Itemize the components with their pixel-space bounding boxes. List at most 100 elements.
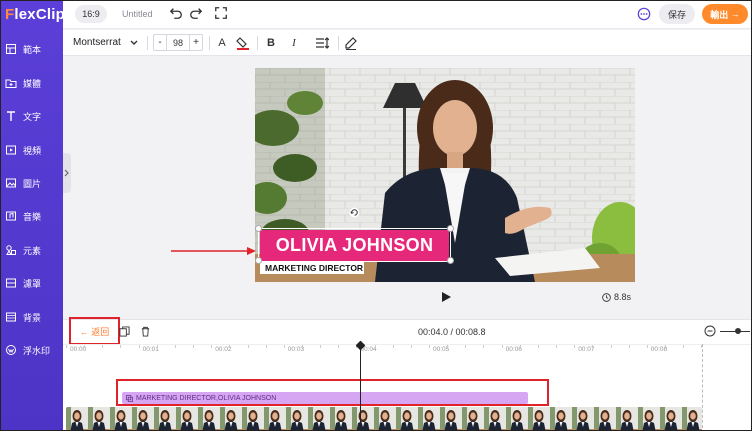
sidebar-item-image[interactable]: 圖片	[1, 173, 63, 193]
video-thumbnail	[220, 407, 242, 430]
panel-collapse-tab[interactable]	[63, 153, 71, 193]
video-thumbnail	[374, 407, 396, 430]
video-thumbnail	[528, 407, 550, 430]
resize-handle[interactable]	[447, 225, 454, 232]
playhead[interactable]	[360, 342, 361, 430]
zoom-slider-handle[interactable]	[735, 328, 741, 334]
ruler-tick	[628, 345, 630, 348]
ruler-tick	[392, 345, 394, 348]
trash-icon[interactable]	[140, 326, 151, 337]
text-icon	[5, 110, 17, 122]
ruler-tick	[66, 345, 67, 348]
ruler-tick	[519, 345, 521, 348]
aspect-ratio-button[interactable]: 16:9	[75, 5, 107, 23]
ruler-tick	[556, 345, 558, 348]
ruler-tick	[664, 345, 666, 348]
selection-frame	[258, 228, 451, 262]
font-size-value[interactable]: 98	[166, 35, 190, 50]
ruler-tick	[102, 345, 104, 348]
ruler-tick	[646, 345, 648, 348]
ruler-tick	[501, 345, 503, 348]
video-thumbnail	[198, 407, 220, 430]
back-button[interactable]: ← 返回	[69, 317, 120, 345]
fullscreen-icon[interactable]	[214, 6, 228, 20]
video-thumbnail	[286, 407, 308, 430]
background-icon	[5, 311, 17, 323]
highlight-color-icon[interactable]	[236, 36, 250, 50]
size-decrease-button[interactable]: -	[154, 35, 166, 50]
sidebar-item-music[interactable]: 音樂	[1, 206, 63, 226]
timeline-panel: ← 返回 00:04.0 / 00:08.8 00:00 00:01 00:02 00…	[63, 317, 751, 430]
ruler-tick	[320, 345, 322, 348]
ruler-tick	[301, 345, 303, 348]
size-increase-button[interactable]: +	[190, 35, 202, 50]
video-thumbnail	[616, 407, 638, 430]
video-thumbnail	[638, 407, 660, 430]
resize-handle[interactable]	[255, 225, 262, 232]
flexclip-logo[interactable]: FlexClip	[5, 6, 65, 23]
ruler-tick	[265, 345, 267, 348]
ruler-tick	[174, 345, 176, 348]
ruler-tick	[465, 345, 467, 348]
text-clip[interactable]: MARKETING DIRECTOR,OLIVIA JOHNSON	[122, 392, 528, 404]
font-family-select[interactable]: Montserrat	[73, 37, 121, 48]
divider	[209, 36, 210, 50]
divider	[147, 36, 148, 50]
video-track[interactable]	[66, 407, 702, 430]
chevron-right-icon	[64, 169, 69, 177]
ruler-tick	[537, 345, 539, 348]
time-ruler[interactable]: 00:00 00:01 00:02 00:03 00:04 00:05 00:06 00:07…	[63, 344, 751, 358]
ruler-tick	[156, 345, 158, 348]
ruler-tick	[193, 345, 195, 348]
rotate-icon[interactable]	[349, 207, 360, 218]
timecode: 00:04.0 / 00:08.8	[418, 327, 486, 337]
align-icon[interactable]	[315, 36, 329, 50]
project-title[interactable]: Untitled	[122, 9, 153, 19]
sidebar-item-label: 視頻	[23, 145, 42, 156]
italic-icon[interactable]: I	[287, 36, 301, 50]
sidebar-item-label: 文字	[23, 111, 42, 122]
ruler-tick	[229, 345, 231, 348]
divider	[257, 36, 258, 50]
export-button[interactable]: 輸出 →	[702, 4, 748, 24]
sidebar-item-element[interactable]: 元素	[1, 240, 63, 260]
sidebar-item-media[interactable]: 媒體	[1, 73, 63, 93]
sidebar-item-background[interactable]: 背景	[1, 307, 63, 327]
sidebar-item-label: 範本	[23, 44, 42, 55]
ruler-tick	[574, 345, 576, 348]
sidebar-item-template[interactable]: 範本	[1, 39, 63, 59]
chat-icon[interactable]	[637, 7, 651, 21]
format-toolbar: Montserrat - 98 + A B I	[63, 30, 751, 56]
duration-display: 8.8s	[602, 292, 631, 302]
undo-icon[interactable]	[169, 6, 183, 20]
duplicate-icon[interactable]	[119, 326, 130, 337]
resize-handle[interactable]	[255, 257, 262, 264]
pen-edit-icon[interactable]	[344, 36, 358, 50]
bold-icon[interactable]: B	[264, 36, 278, 50]
play-icon[interactable]	[440, 291, 452, 303]
watermark-icon	[5, 344, 17, 356]
overlay-icon	[5, 277, 17, 289]
ruler-tick	[610, 345, 612, 348]
video-thumbnail	[418, 407, 440, 430]
video-thumbnail	[484, 407, 506, 430]
sidebar-item-watermark[interactable]: 浮水印	[1, 340, 63, 360]
video-thumbnail	[550, 407, 572, 430]
text-color-icon[interactable]: A	[215, 36, 229, 50]
resize-handle[interactable]	[447, 257, 454, 264]
video-icon	[5, 144, 17, 156]
redo-icon[interactable]	[189, 6, 203, 20]
subtitle-text-element[interactable]: MARKETING DIRECTOR	[260, 261, 364, 274]
sidebar-item-label: 音樂	[23, 211, 42, 222]
chevron-down-icon[interactable]	[129, 38, 139, 48]
ruler-tick	[683, 345, 685, 348]
sidebar-item-video[interactable]: 視頻	[1, 140, 63, 160]
save-button[interactable]: 保存	[659, 4, 695, 24]
zoom-out-icon[interactable]	[704, 325, 716, 337]
video-thumbnail	[88, 407, 110, 430]
font-size-stepper[interactable]: - 98 +	[153, 34, 203, 51]
ruler-tick	[447, 345, 449, 348]
sidebar-item-overlay[interactable]: 濾罩	[1, 273, 63, 293]
sidebar-item-text[interactable]: 文字	[1, 106, 63, 126]
sidebar-item-label: 媒體	[23, 78, 42, 89]
